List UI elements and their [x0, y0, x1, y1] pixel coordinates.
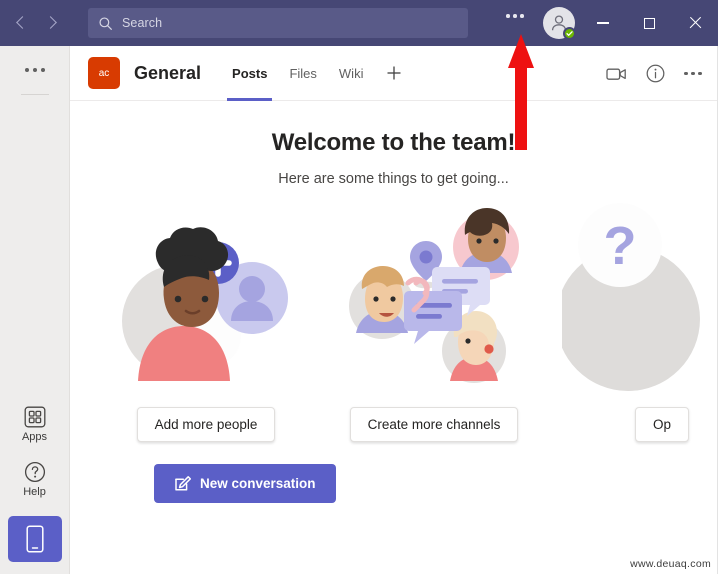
titlebar-more-button[interactable]	[506, 14, 524, 18]
maximize-icon	[643, 17, 655, 29]
sidebar-item-label: Apps	[21, 431, 48, 443]
ellipsis-icon	[506, 14, 510, 18]
card-add-people: Add more people	[92, 201, 320, 442]
back-icon[interactable]	[14, 15, 30, 31]
welcome-section: Welcome to the team! Here are some thing…	[70, 101, 717, 187]
add-tab-button[interactable]	[382, 61, 406, 85]
close-button[interactable]	[672, 0, 718, 46]
help-question-icon	[24, 461, 45, 483]
onboarding-cards: Add more people Create more channels ? O…	[70, 201, 717, 442]
sidebar-item-label: Help	[23, 486, 46, 498]
create-more-channels-button[interactable]: Create more channels	[349, 407, 519, 442]
plus-icon	[387, 66, 401, 80]
rail-divider	[20, 94, 49, 95]
search-input[interactable]: Search	[88, 8, 468, 38]
tab-wiki[interactable]: Wiki	[328, 46, 375, 101]
ellipsis-icon	[24, 68, 29, 72]
rail-more-button[interactable]	[24, 68, 45, 72]
svg-text:?: ?	[604, 216, 637, 276]
status-badge	[563, 27, 576, 40]
tab-posts[interactable]: Posts	[221, 46, 278, 101]
meet-now-button[interactable]	[605, 62, 629, 86]
channel-info-button[interactable]	[643, 62, 667, 86]
channel-tabs: Posts Files Wiki	[221, 46, 406, 101]
search-icon	[99, 16, 112, 30]
add-people-illustration	[122, 227, 288, 381]
team-avatar[interactable]: ac	[88, 57, 120, 89]
avatar[interactable]	[543, 7, 576, 40]
compose-pencil-icon	[175, 476, 191, 491]
open-faq-button[interactable]: Op	[634, 407, 689, 442]
watermark: www.deuaq.com	[627, 557, 714, 571]
forward-icon[interactable]	[44, 15, 60, 31]
new-conversation-label: New conversation	[200, 476, 316, 491]
left-rail: Apps Help	[0, 46, 70, 574]
navigation-buttons	[14, 15, 60, 31]
channel-more-button[interactable]	[681, 62, 705, 86]
channel-actions	[605, 46, 705, 101]
teams-app-window: Search Apps Help ac General Posts Files …	[0, 0, 718, 574]
compose-area: New conversation	[70, 464, 717, 503]
channels-chat-illustration	[349, 208, 519, 383]
main-content: ac General Posts Files Wiki Welcome to t…	[70, 46, 718, 574]
page-title: General	[134, 62, 202, 83]
card-faq: ? Op	[548, 201, 718, 442]
channel-header: ac General Posts Files Wiki	[70, 46, 717, 101]
video-camera-icon	[606, 68, 626, 80]
minimize-icon	[597, 22, 609, 24]
ellipsis-icon	[684, 71, 702, 76]
faq-question-illustration: ?	[562, 203, 700, 391]
welcome-subheading: Here are some things to get going...	[278, 171, 509, 187]
title-bar: Search	[0, 0, 718, 46]
download-mobile-app-button[interactable]	[7, 516, 62, 562]
tab-files[interactable]: Files	[278, 46, 327, 101]
window-controls	[580, 0, 718, 46]
minimize-button[interactable]	[580, 0, 626, 46]
welcome-heading: Welcome to the team!	[271, 129, 516, 156]
apps-grid-icon	[24, 406, 45, 428]
sidebar-item-apps[interactable]: Apps	[0, 406, 70, 443]
mobile-phone-icon	[25, 525, 44, 553]
add-more-people-button[interactable]: Add more people	[136, 407, 276, 442]
maximize-button[interactable]	[626, 0, 672, 46]
sidebar-item-help[interactable]: Help	[0, 461, 70, 498]
card-create-channels: Create more channels	[320, 201, 548, 442]
close-icon	[688, 16, 702, 30]
new-conversation-button[interactable]: New conversation	[154, 464, 336, 503]
search-placeholder: Search	[122, 16, 163, 30]
info-circle-icon	[646, 64, 664, 83]
